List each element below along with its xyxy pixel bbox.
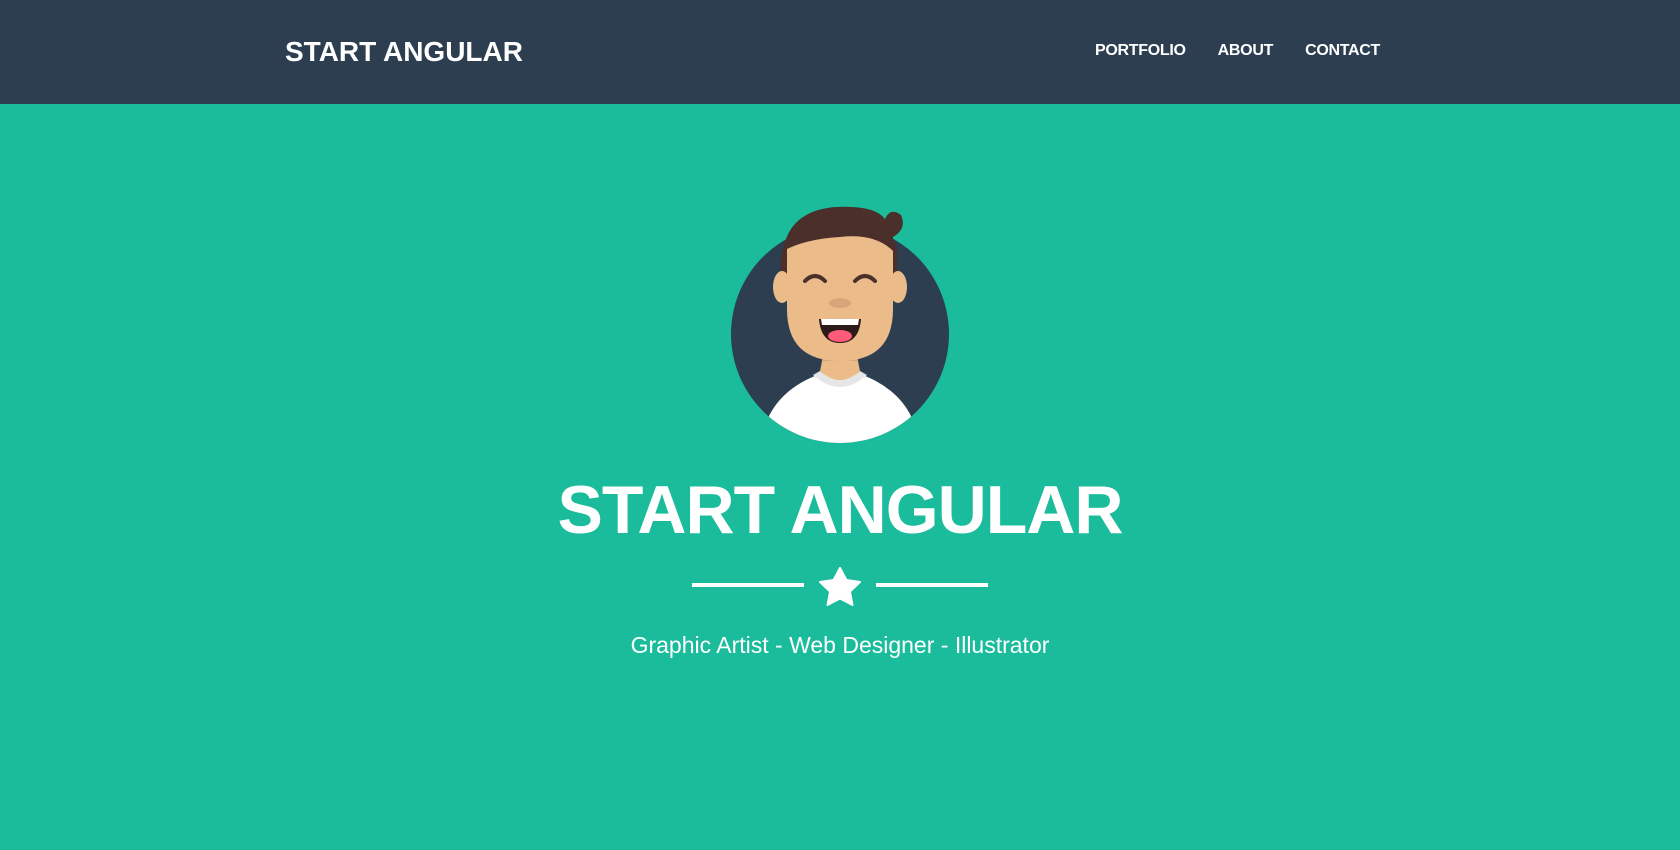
navbar: START ANGULAR PORTFOLIO ABOUT CONTACT [0, 0, 1680, 104]
hero-section: START ANGULAR Graphic Artist - Web Desig… [0, 104, 1680, 850]
nav-item-contact[interactable]: CONTACT [1305, 42, 1380, 60]
divider-line-right [876, 583, 988, 587]
divider-line-left [692, 583, 804, 587]
nav-item-portfolio[interactable]: PORTFOLIO [1095, 42, 1186, 60]
hero-subtitle: Graphic Artist - Web Designer - Illustra… [630, 632, 1050, 658]
nav-menu: PORTFOLIO ABOUT CONTACT [1095, 42, 1380, 60]
person-avatar-icon [731, 206, 949, 443]
brand-link[interactable]: START ANGULAR [285, 36, 523, 68]
hero-title: START ANGULAR [557, 472, 1124, 548]
star-divider [692, 567, 988, 606]
nav-item-about[interactable]: ABOUT [1218, 42, 1274, 60]
star-icon [819, 567, 861, 606]
